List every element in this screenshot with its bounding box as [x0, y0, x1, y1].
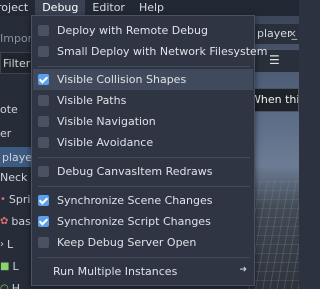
checkbox-checked[interactable]	[38, 195, 49, 206]
tree-item-bas-label: bas	[11, 214, 31, 228]
menu-item-label: Visible Paths	[57, 94, 127, 107]
menu-editor[interactable]: Editor	[85, 0, 132, 16]
menu-item-label: Keep Debug Server Open	[57, 236, 197, 249]
menu-item-label: Debug CanvasItem Redraws	[57, 165, 213, 178]
menu-item-visible-collision-shapes[interactable]: Visible Collision Shapes	[33, 69, 253, 90]
menu-debug[interactable]: Debug	[35, 0, 86, 16]
menu-separator	[38, 66, 250, 67]
menu-item-visible-avoidance[interactable]: Visible Avoidance	[33, 132, 253, 153]
menu-item-label: Deploy with Remote Debug	[57, 24, 208, 37]
menu-item-label: Synchronize Scene Changes	[57, 194, 213, 207]
checkbox[interactable]	[38, 137, 49, 148]
menu-item-sync-script-changes[interactable]: Synchronize Script Changes	[33, 211, 253, 232]
checkbox[interactable]	[38, 237, 49, 248]
menu-item-debug-canvasitem-redraws[interactable]: Debug CanvasItem Redraws	[33, 161, 253, 182]
menu-project[interactable]: roject	[0, 0, 35, 16]
menu-item-visible-paths[interactable]: Visible Paths	[33, 90, 253, 111]
close-icon[interactable]: ×	[288, 24, 297, 44]
checkbox[interactable]	[38, 95, 49, 106]
menu-item-label: Visible Avoidance	[57, 136, 154, 149]
mesh-icon: ■	[0, 260, 10, 272]
checkbox-checked[interactable]	[38, 74, 49, 85]
tree-item-l1-label: L	[7, 237, 14, 251]
menu-item-visible-navigation[interactable]: Visible Navigation	[33, 111, 253, 132]
bone-icon: ✿	[0, 215, 9, 227]
menu-help[interactable]: Help	[132, 0, 171, 16]
circle-icon: ○	[0, 282, 9, 289]
checkbox[interactable]	[38, 166, 49, 177]
checkbox-checked[interactable]	[38, 216, 49, 227]
menubar: roject Debug Editor Help	[0, 0, 299, 16]
menu-item-label: Synchronize Script Changes	[57, 215, 211, 228]
menu-separator	[38, 186, 250, 187]
debug-menu: Deploy with Remote Debug Small Deploy wi…	[31, 15, 268, 286]
tree-item-l2-label: L	[12, 259, 19, 273]
menu-item-label: Visible Collision Shapes	[57, 73, 187, 86]
menu-separator	[38, 157, 250, 158]
arrow-icon: ›	[0, 238, 4, 250]
menu-item-label: Run Multiple Instances	[53, 265, 178, 278]
menu-item-label: Small Deploy with Network Filesystem	[57, 45, 268, 58]
checkbox[interactable]	[38, 116, 49, 127]
menu-item-sync-scene-changes[interactable]: Synchronize Scene Changes	[33, 190, 253, 211]
menu-item-small-deploy[interactable]: Small Deploy with Network Filesystem	[33, 41, 268, 62]
menu-separator	[38, 257, 250, 258]
checkbox[interactable]	[38, 25, 49, 36]
menu-item-run-multiple-instances[interactable]: Run Multiple Instances ➜	[33, 261, 253, 282]
menu-item-label: Visible Navigation	[57, 115, 156, 128]
menu-item-deploy-remote-debug[interactable]: Deploy with Remote Debug	[33, 20, 253, 41]
scene-dock: Import Filter: ote er player - b Neck • …	[0, 16, 55, 289]
submenu-arrow-icon: ➜	[239, 265, 247, 275]
checkbox[interactable]	[38, 46, 49, 57]
list-select-icon[interactable]: ☰	[269, 53, 280, 67]
menu-item-keep-debug-server-open[interactable]: Keep Debug Server Open	[33, 232, 253, 253]
node-icon: •	[0, 193, 6, 205]
tree-item-h-label: H	[11, 281, 21, 289]
